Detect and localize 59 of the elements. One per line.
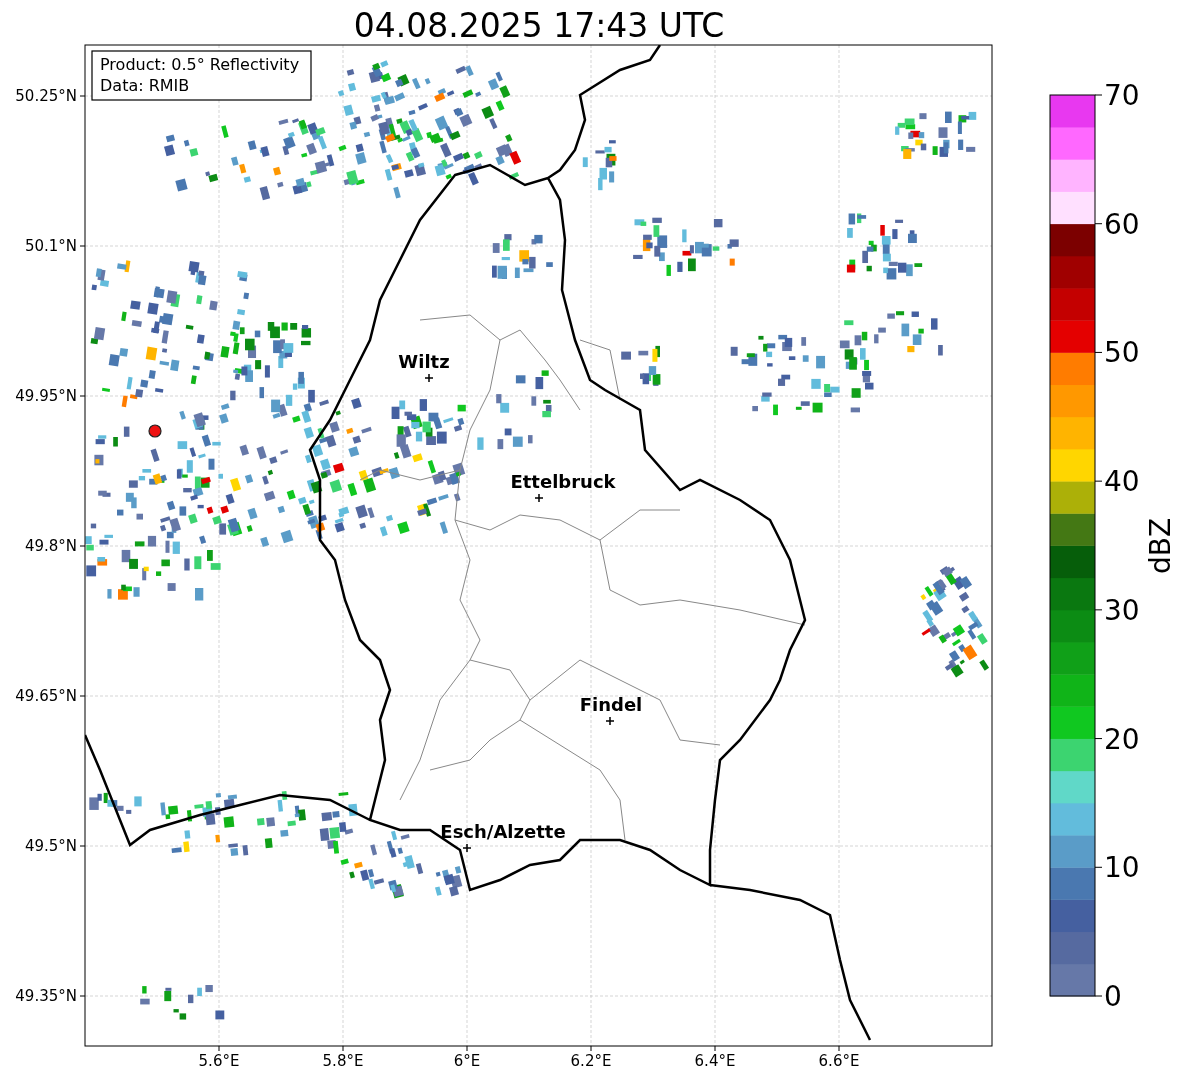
tick-mark: [79, 845, 86, 847]
tick-mark: [1094, 738, 1103, 740]
tick-mark: [79, 95, 86, 97]
longitude-label: 6.2°E: [570, 1052, 612, 1070]
chart-title: 04.08.2025 17:43 UTC: [353, 6, 725, 45]
tick-mark: [79, 545, 86, 547]
tick-mark: [1094, 866, 1103, 868]
info-text: Product: 0.5° Reflectivity: [100, 55, 300, 74]
longitude-label: 6.4°E: [694, 1052, 736, 1070]
tick-mark: [590, 1045, 592, 1052]
latitude-label: 50.1°N: [24, 237, 77, 255]
longitude-label: 6.6°E: [818, 1052, 860, 1070]
city-label: Wiltz: [398, 351, 450, 372]
radar-site-marker: [148, 424, 162, 438]
radar-echo: [492, 234, 553, 279]
colorbar-tick-label: 20: [1104, 722, 1140, 756]
latitude-label: 50.25°N: [15, 87, 77, 105]
colorbar-tick-label: 50: [1104, 336, 1140, 370]
tick-mark: [79, 245, 86, 247]
city-label: Ettelbruck: [510, 471, 616, 492]
colorbar-tick-label: 30: [1104, 593, 1140, 627]
radar-echo: [621, 345, 661, 386]
info-text: Data: RMIB: [100, 76, 190, 95]
tick-mark: [1094, 480, 1103, 482]
city-marker-icon: [424, 373, 434, 383]
latitude-label: 49.8°N: [24, 537, 77, 555]
tick-mark: [1094, 351, 1103, 353]
radar-echo: [582, 140, 617, 191]
colorbar-title: dBZ: [1144, 517, 1177, 575]
city-marker-icon: [605, 716, 615, 726]
tick-mark: [342, 1045, 344, 1052]
colorbar-tick-label: 60: [1104, 207, 1140, 241]
tick-mark: [79, 695, 86, 697]
tick-mark: [1094, 995, 1103, 997]
tick-mark: [1094, 94, 1103, 96]
tick-mark: [79, 995, 86, 997]
tick-mark: [1094, 223, 1103, 225]
tick-mark: [838, 1045, 840, 1052]
radar-echo: [89, 792, 142, 814]
city-marker-icon: [534, 493, 544, 503]
colorbar-tick-label: 40: [1104, 465, 1140, 499]
city-label: Esch/Alzette: [440, 821, 566, 842]
tick-mark: [1094, 609, 1103, 611]
colorbar-tick-label: 10: [1104, 851, 1140, 885]
longitude-label: 6°E: [453, 1052, 481, 1070]
longitude-label: 5.6°E: [198, 1052, 240, 1070]
colorbar-tick-label: 70: [1104, 79, 1140, 112]
longitude-label: 5.8°E: [322, 1052, 364, 1070]
tick-mark: [714, 1045, 716, 1052]
city-label: Findel: [579, 694, 643, 715]
latitude-label: 49.35°N: [15, 987, 77, 1005]
latitude-label: 49.95°N: [15, 387, 77, 405]
tick-mark: [218, 1045, 220, 1052]
latitude-label: 49.65°N: [15, 687, 77, 705]
tick-mark: [466, 1045, 468, 1052]
tick-mark: [79, 395, 86, 397]
colorbar-tick-label: 0: [1104, 980, 1122, 1013]
latitude-label: 49.5°N: [24, 837, 77, 855]
city-marker-icon: [462, 843, 472, 853]
